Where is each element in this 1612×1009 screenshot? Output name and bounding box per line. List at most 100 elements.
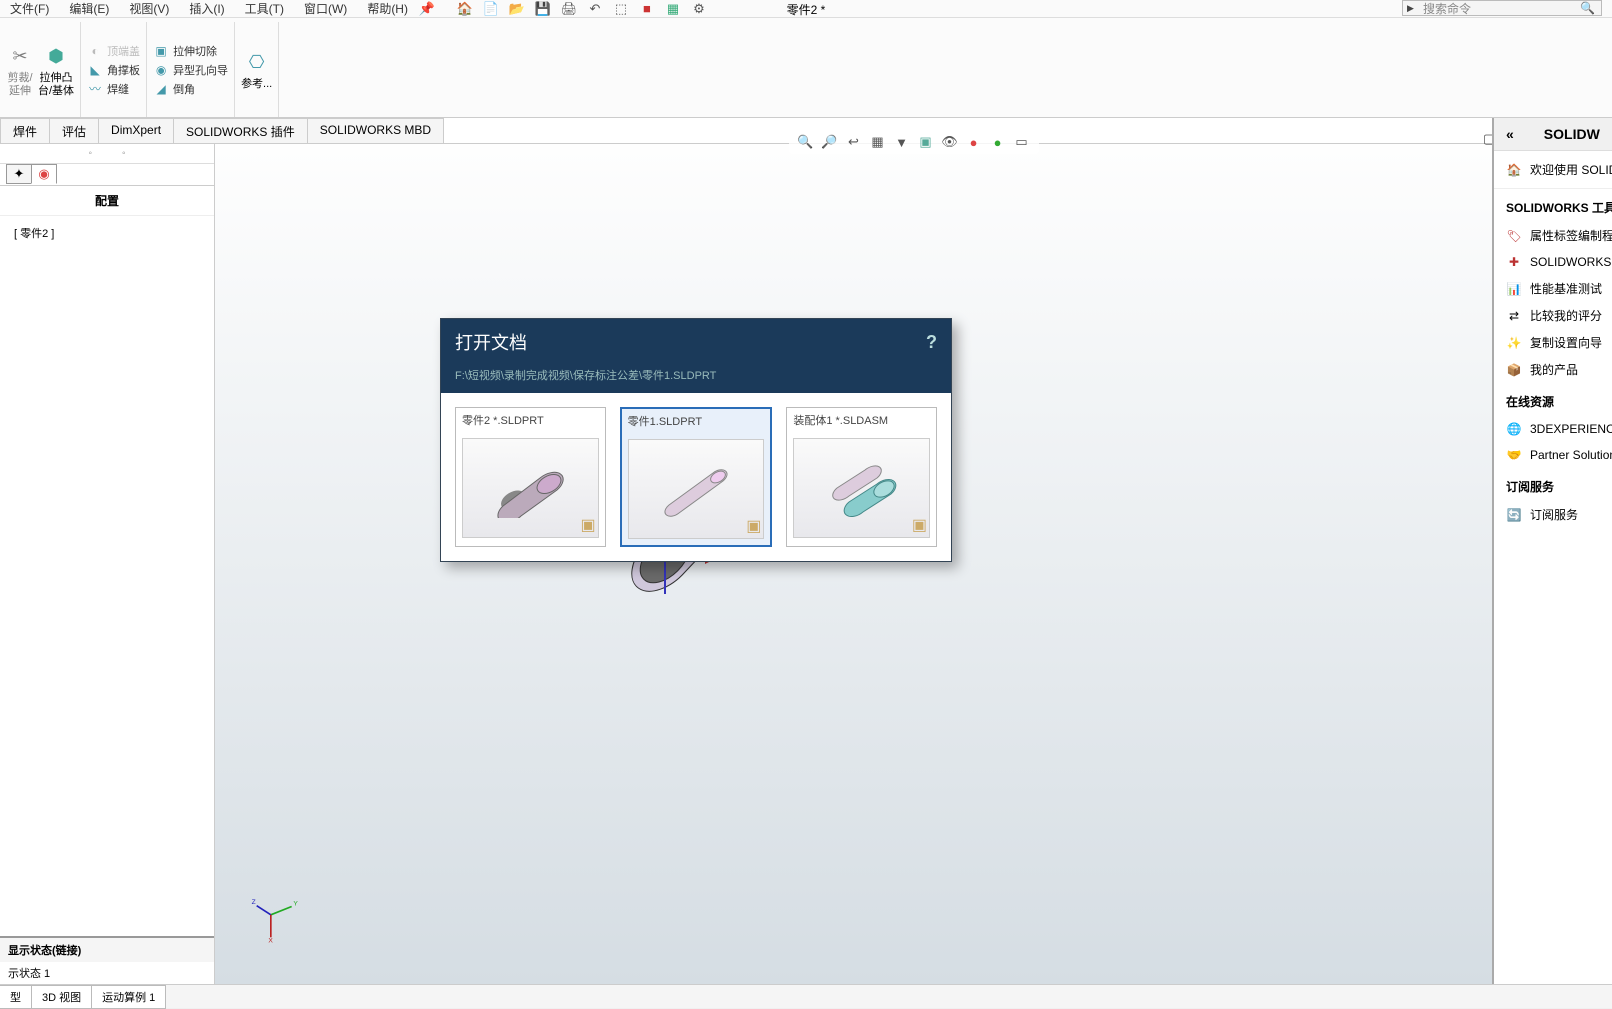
menu-view[interactable]: 视图(V) xyxy=(119,0,179,17)
res-partner[interactable]: 🤝Partner Solutions xyxy=(1494,442,1612,468)
menu-file[interactable]: 文件(F) xyxy=(0,0,59,17)
bottom-tab-model[interactable]: 型 xyxy=(0,985,32,1009)
viewport-settings-icon[interactable]: ▭ xyxy=(1013,133,1031,151)
card-thumb-part1: ▣ xyxy=(628,439,765,539)
tab-evaluate[interactable]: 评估 xyxy=(49,118,99,143)
dialog-title-text: 打开文档 xyxy=(455,329,527,355)
card-label: 装配体1 *.SLDASM xyxy=(787,408,936,432)
bottom-tab-3dview[interactable]: 3D 视图 xyxy=(31,985,92,1009)
ribbon-chamfer[interactable]: ◢倒角 xyxy=(153,81,228,97)
quick-toolbar: 🏠 📄 📂 💾 🖨 ↶ ⬚ ■ ▦ ⚙ xyxy=(456,1,708,17)
pin-icon[interactable]: 📌 xyxy=(418,1,436,17)
orientation-triad[interactable]: Y Z X xyxy=(250,894,300,944)
dialog-card-assembly[interactable]: 装配体1 *.SLDASM ▣ xyxy=(786,407,937,547)
bottom-tab-motion[interactable]: 运动算例 1 xyxy=(91,985,166,1009)
open-document-dialog: 打开文档 ? F:\短视频\录制完成视频\保存标注公差\零件1.SLDPRT 零… xyxy=(440,318,952,562)
task-welcome-link[interactable]: 🏠 欢迎使用 SOLIDW xyxy=(1494,151,1612,189)
left-panel-dot-left[interactable]: ◦ xyxy=(88,148,92,159)
home-icon: 🏠 xyxy=(1506,162,1522,178)
lp-tab-config[interactable]: ◉ xyxy=(31,164,57,184)
tag-icon: 🏷 xyxy=(1506,228,1522,244)
tool-copy-settings[interactable]: ✨复制设置向导 xyxy=(1494,329,1612,356)
menu-edit[interactable]: 编辑(E) xyxy=(59,0,119,17)
tab-weldment[interactable]: 焊件 xyxy=(0,118,50,143)
options-icon[interactable]: ⚙ xyxy=(690,1,708,17)
zoom-fit-icon[interactable]: 🔍 xyxy=(797,133,815,151)
display-state-1[interactable]: 示状态 1 xyxy=(0,962,214,984)
select-icon[interactable]: ⬚ xyxy=(612,1,630,17)
compare-icon: ⇄ xyxy=(1506,308,1522,324)
print-icon[interactable]: 🖨 xyxy=(560,1,578,17)
save-icon[interactable]: 💾 xyxy=(534,1,552,17)
search-placeholder: 搜索命令 xyxy=(1423,0,1471,17)
extrude-boss-icon: ⬢ xyxy=(42,42,70,70)
ribbon-extrude-boss[interactable]: ⬢ 拉伸凸台/基体 xyxy=(38,42,74,96)
dialog-card-part1[interactable]: 零件1.SLDPRT ▣ xyxy=(620,407,773,547)
appearance-icon[interactable]: ● xyxy=(965,133,983,151)
svg-text:Z: Z xyxy=(252,899,256,906)
section-view-icon[interactable]: ▦ xyxy=(869,133,887,151)
rebuild-icon[interactable]: ▦ xyxy=(664,1,682,17)
card-label: 零件1.SLDPRT xyxy=(622,409,771,433)
config-tree: [ 零件2 ] xyxy=(0,216,214,250)
left-panel-top: ◦ ◦ xyxy=(0,144,214,164)
display-states: 显示状态(链接) 示状态 1 xyxy=(0,936,214,984)
dialog-body: 零件2 *.SLDPRT ▣ 零件1.SLDPRT ▣ 装配体1 *.SLDAS… xyxy=(441,393,951,561)
tool-compare-score[interactable]: ⇄比较我的评分 xyxy=(1494,302,1612,329)
search-icon[interactable]: 🔍 xyxy=(1580,1,1595,15)
display-states-header: 显示状态(链接) xyxy=(0,938,214,962)
new-doc-icon[interactable]: 📄 xyxy=(482,1,500,17)
view-orient-icon[interactable]: ▼ xyxy=(893,133,911,151)
left-panel-dot-right[interactable]: ◦ xyxy=(122,148,126,159)
undo-icon[interactable]: ↶ xyxy=(586,1,604,17)
products-icon: 📦 xyxy=(1506,362,1522,378)
viewport-3d[interactable]: 🔍 🔎 ↩ ▦ ▼ ▣ 👁 ● ● ▭ ▢ ▢ — ▢ ✕ Y Z X xyxy=(215,144,1612,984)
menu-insert[interactable]: 插入(I) xyxy=(179,0,234,17)
menu-help[interactable]: 帮助(H) xyxy=(357,0,418,17)
part-badge-icon: ▣ xyxy=(581,515,596,535)
tab-plugins[interactable]: SOLIDWORKS 插件 xyxy=(173,118,308,143)
gusset-icon: ◣ xyxy=(87,62,103,78)
tool-benchmark[interactable]: 📊性能基准测试 xyxy=(1494,275,1612,302)
view-toolbar: 🔍 🔎 ↩ ▦ ▼ ▣ 👁 ● ● ▭ xyxy=(789,130,1039,154)
lp-tab-origin[interactable]: ✦ xyxy=(6,164,32,184)
resources-section-head: 在线资源 xyxy=(1494,383,1612,416)
benchmark-icon: 📊 xyxy=(1506,281,1522,297)
tool-my-products[interactable]: 📦我的产品 xyxy=(1494,356,1612,383)
reference-icon: ⎔ xyxy=(243,48,271,76)
display-style-icon[interactable]: ▣ xyxy=(917,133,935,151)
card-label: 零件2 *.SLDPRT xyxy=(456,408,605,432)
subscribe-section-head: 订阅服务 xyxy=(1494,468,1612,501)
task-collapse-icon[interactable]: « xyxy=(1506,126,1514,142)
tab-dimxpert[interactable]: DimXpert xyxy=(98,118,174,143)
tools-section-head: SOLIDWORKS 工具 xyxy=(1494,189,1612,222)
ribbon-weld-seam[interactable]: 〰焊缝 xyxy=(87,81,140,97)
search-command-input[interactable]: 搜索命令 🔍 xyxy=(1402,0,1602,16)
dialog-card-part2[interactable]: 零件2 *.SLDPRT ▣ xyxy=(455,407,606,547)
hide-show-icon[interactable]: 👁 xyxy=(941,133,959,151)
menu-window[interactable]: 窗口(W) xyxy=(294,0,357,17)
ribbon-trim-extend[interactable]: ✂ 剪裁/延伸 xyxy=(6,42,34,96)
tree-item-part2[interactable]: [ 零件2 ] xyxy=(6,222,208,244)
tool-property-tag[interactable]: 🏷属性标签编制程序 xyxy=(1494,222,1612,249)
ribbon-extrude-cut[interactable]: ▣拉伸切除 xyxy=(153,43,228,59)
zoom-area-icon[interactable]: 🔎 xyxy=(821,133,839,151)
dialog-titlebar[interactable]: 打开文档 ? xyxy=(441,319,951,365)
open-icon[interactable]: 📂 xyxy=(508,1,526,17)
home-icon[interactable]: 🏠 xyxy=(456,1,474,17)
tool-rx[interactable]: ✚SOLIDWORKS Rx xyxy=(1494,249,1612,275)
res-3dexperience[interactable]: 🌐3DEXPERIENCE M xyxy=(1494,416,1612,442)
tab-mbd[interactable]: SOLIDWORKS MBD xyxy=(307,118,444,143)
dialog-help-icon[interactable]: ? xyxy=(926,332,937,353)
scene-icon[interactable]: ● xyxy=(989,133,1007,151)
stop-icon[interactable]: ■ xyxy=(638,1,656,17)
bottom-tabs: 型 3D 视图 运动算例 1 xyxy=(0,984,1612,1008)
ribbon-hole-wizard[interactable]: ◉异型孔向导 xyxy=(153,62,228,78)
trim-icon: ✂ xyxy=(6,42,34,70)
menu-tools[interactable]: 工具(T) xyxy=(235,0,294,17)
ribbon-reference[interactable]: ⎔ 参考... xyxy=(241,48,272,90)
prev-view-icon[interactable]: ↩ xyxy=(845,133,863,151)
ribbon-gusset[interactable]: ◣角撑板 xyxy=(87,62,140,78)
sub-service[interactable]: 🔄订阅服务 xyxy=(1494,501,1612,528)
svg-text:Y: Y xyxy=(293,901,298,908)
